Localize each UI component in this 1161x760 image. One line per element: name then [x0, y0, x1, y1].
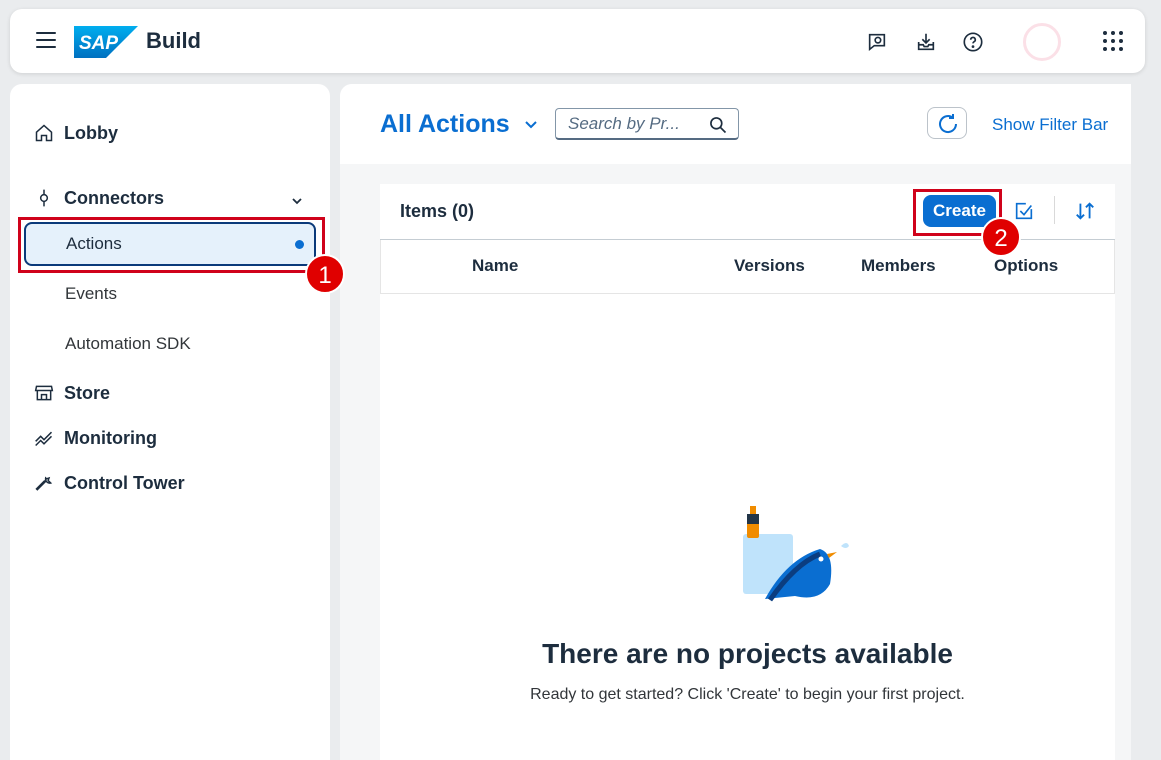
- sidebar-item-label: Control Tower: [64, 472, 185, 493]
- home-icon: [35, 124, 53, 142]
- page-header: All Actions Show Filter Bar: [340, 84, 1131, 164]
- main-content: All Actions Show Filter Bar Items (0) Cr…: [340, 84, 1131, 760]
- product-name: Build: [146, 28, 201, 53]
- sidebar-item-automation-sdk[interactable]: Automation SDK: [65, 334, 191, 354]
- items-count-title: Items (0): [400, 201, 475, 221]
- sap-logo: SAP: [74, 26, 138, 58]
- avatar[interactable]: [1023, 23, 1061, 61]
- chevron-down-icon[interactable]: [290, 196, 304, 206]
- empty-state-title: There are no projects available: [542, 638, 953, 669]
- sidebar-item-label: Lobby: [64, 122, 118, 143]
- column-header-name[interactable]: Name: [472, 256, 518, 276]
- sidebar-item-label: Store: [64, 382, 111, 403]
- search-field[interactable]: [555, 108, 739, 140]
- connector-icon: [39, 189, 49, 207]
- items-table: Items (0) Create Name Versions Members O…: [380, 184, 1115, 760]
- column-header-members[interactable]: Members: [861, 256, 936, 276]
- column-header-versions[interactable]: Versions: [734, 256, 805, 276]
- sidebar-item-monitoring[interactable]: Monitoring: [34, 423, 157, 453]
- sidebar-item-control-tower[interactable]: Control Tower: [34, 468, 185, 498]
- sidebar-item-lobby[interactable]: Lobby: [34, 118, 118, 148]
- view-title[interactable]: All Actions: [380, 110, 510, 139]
- hamburger-menu-icon[interactable]: [36, 32, 56, 50]
- side-navigation: Lobby Connectors Actions Events Automati…: [10, 84, 330, 760]
- empty-state-illustration: [743, 506, 849, 602]
- sidebar-item-events[interactable]: Events: [65, 284, 117, 304]
- help-icon[interactable]: [962, 31, 984, 53]
- annotation-step-2-badge: 2: [981, 217, 1021, 257]
- app-grid-icon[interactable]: [1103, 31, 1123, 51]
- refresh-icon: [939, 114, 958, 133]
- store-icon: [34, 385, 54, 401]
- sidebar-item-store[interactable]: Store: [34, 378, 110, 408]
- empty-state-description: Ready to get started? Click 'Create' to …: [530, 686, 965, 703]
- import-icon[interactable]: [1013, 200, 1035, 222]
- show-filter-bar-link[interactable]: Show Filter Bar: [992, 115, 1108, 135]
- column-header-options[interactable]: Options: [994, 256, 1058, 276]
- search-icon[interactable]: [708, 115, 728, 135]
- annotation-step-1-badge: 1: [305, 254, 345, 294]
- download-inbox-icon[interactable]: [915, 31, 937, 53]
- toolbar-separator: [1054, 196, 1055, 224]
- chevron-down-icon[interactable]: [524, 120, 538, 130]
- sort-icon[interactable]: [1074, 200, 1096, 222]
- wrench-icon: [35, 476, 53, 491]
- sidebar-item-label: Connectors: [64, 187, 165, 208]
- refresh-button[interactable]: [927, 107, 967, 139]
- feedback-icon[interactable]: [866, 31, 888, 53]
- search-input[interactable]: [568, 114, 698, 134]
- shell-bar: SAP Build: [10, 9, 1145, 73]
- annotation-highlight-actions: [18, 217, 325, 273]
- sap-logo-text: SAP: [79, 33, 118, 54]
- sidebar-item-connectors[interactable]: Connectors: [34, 183, 164, 213]
- sidebar-item-label: Monitoring: [64, 427, 157, 448]
- monitoring-icon: [35, 431, 53, 447]
